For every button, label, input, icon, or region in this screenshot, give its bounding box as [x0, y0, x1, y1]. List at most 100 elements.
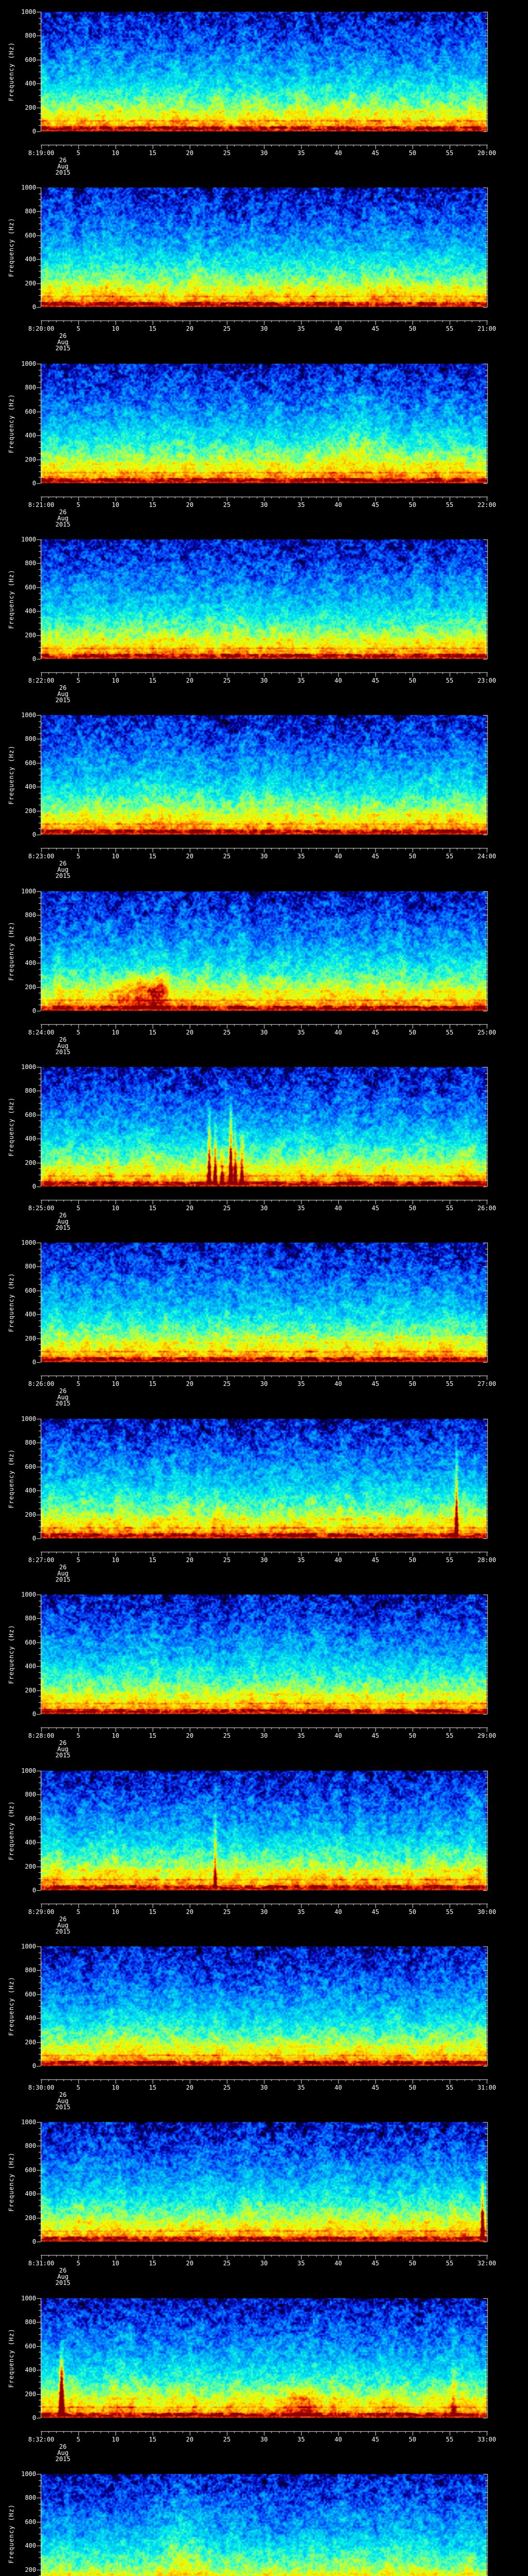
y-tick-label: 400 [25, 1487, 36, 1494]
x-start-time-label: 8:29:00 [28, 1908, 55, 1916]
x-minute-tick-label: 55 [446, 677, 454, 684]
x-minute-tick-label: 15 [148, 2436, 157, 2443]
x-minute-tick-label: 30 [260, 677, 268, 684]
x-minute-tick-label: 35 [297, 2084, 305, 2091]
x-minute-tick-label: 5 [76, 2084, 80, 2091]
x-minute-tick-label: 55 [446, 1908, 454, 1916]
y-tick-label: 1000 [21, 360, 36, 367]
y-axis-title: Frequency (Hz) [8, 1097, 15, 1157]
date-line: 2015 [55, 2104, 71, 2111]
x-minute-tick-label: 55 [446, 1029, 454, 1036]
x-minute-tick-label: 50 [408, 501, 417, 509]
x-minute-tick-label: 20 [186, 1380, 194, 1387]
x-minute-tick-label: 30 [260, 853, 268, 860]
y-tick-label: 600 [25, 2343, 36, 2350]
spectrogram-canvas [0, 2462, 528, 2576]
x-minute-tick-label: 5 [76, 2260, 80, 2267]
y-axis-title: Frequency (Hz) [8, 1976, 15, 2036]
y-axis-title: Frequency (Hz) [8, 745, 15, 805]
x-minute-tick-label: 30 [260, 2436, 268, 2443]
x-minute-tick-label: 40 [334, 1029, 342, 1036]
spectrogram-panel: Frequency (Hz)020040060080010008:33:0034… [0, 2462, 528, 2576]
x-minute-tick-label: 5 [76, 501, 80, 509]
y-tick-label: 1000 [21, 2470, 36, 2478]
y-tick-label: 600 [25, 584, 36, 591]
y-tick-label: 0 [32, 1359, 36, 1366]
x-minute-tick-label: 40 [334, 853, 342, 860]
x-minute-tick-label: 40 [334, 1205, 342, 1212]
y-axis-title: Frequency (Hz) [8, 569, 15, 629]
y-tick-label: 1000 [21, 2119, 36, 2126]
y-tick-label: 0 [32, 303, 36, 311]
x-minute-tick-label: 35 [297, 149, 305, 157]
x-start-time-label: 8:26:00 [28, 1380, 55, 1387]
x-minute-tick-label: 5 [76, 853, 80, 860]
x-minute-tick-label: 35 [297, 2436, 305, 2443]
y-tick-label: 1000 [21, 8, 36, 15]
x-minute-tick-label: 50 [408, 1205, 417, 1212]
y-tick-label: 600 [25, 232, 36, 239]
x-end-time-label: 28:00 [477, 1556, 497, 1564]
x-minute-tick-label: 5 [76, 1556, 80, 1564]
x-minute-tick-label: 10 [111, 2436, 120, 2443]
y-axis-title: Frequency (Hz) [8, 1801, 15, 1860]
x-end-time-label: 27:00 [477, 1380, 497, 1387]
x-minute-tick-label: 25 [223, 2260, 231, 2267]
x-minute-tick-label: 30 [260, 1205, 268, 1212]
x-minute-tick-label: 40 [334, 2084, 342, 2091]
x-minute-tick-label: 35 [297, 325, 305, 332]
y-tick-label: 0 [32, 2062, 36, 2070]
x-minute-tick-label: 10 [111, 149, 120, 157]
y-tick-label: 0 [32, 1887, 36, 1894]
y-tick-label: 0 [32, 1710, 36, 1718]
x-minute-tick-label: 15 [148, 1029, 157, 1036]
y-tick-label: 600 [25, 759, 36, 767]
x-minute-tick-label: 25 [223, 2436, 231, 2443]
x-minute-tick-label: 30 [260, 2084, 268, 2091]
date-line: 2015 [55, 1752, 71, 1759]
y-axis-title: Frequency (Hz) [8, 2328, 15, 2388]
y-tick-label: 800 [25, 32, 36, 39]
y-tick-label: 400 [25, 1839, 36, 1846]
x-minute-tick-label: 30 [260, 1732, 268, 1739]
y-tick-label: 600 [25, 2518, 36, 2526]
spectrogram-stack: Frequency (Hz) 0 200 400 600 800 1000 8:19:00 20… [0, 0, 528, 2576]
x-minute-tick-label: 40 [334, 677, 342, 684]
spectrogram-panel: Frequency (Hz) 0 200 400 600 800 1000 8:20:00 21… [0, 176, 528, 352]
y-tick-label: 1000 [21, 711, 36, 719]
y-tick-label: 200 [25, 104, 36, 111]
y-tick-label: 200 [25, 1863, 36, 1870]
y-tick-label: 200 [25, 280, 36, 287]
x-minute-tick-label: 35 [297, 853, 305, 860]
y-tick-label: 0 [32, 1183, 36, 1190]
spectrogram-panel: Frequency (Hz) 0 200 400 600 800 1000 8:26:00 27… [0, 1231, 528, 1407]
y-tick-label: 800 [25, 2494, 36, 2501]
spectrogram-panel: Frequency (Hz) 0 200 400 600 800 1000 8:30:00 31… [0, 1935, 528, 2111]
date-line: 2015 [55, 1224, 71, 1231]
y-tick-label: 400 [25, 256, 36, 263]
x-minute-tick-label: 40 [334, 325, 342, 332]
x-end-time-label: 23:00 [477, 677, 497, 684]
x-minute-tick-label: 55 [446, 1732, 454, 1739]
x-minute-tick-label: 45 [371, 1908, 380, 1916]
x-minute-tick-label: 40 [334, 1556, 342, 1564]
y-tick-label: 200 [25, 1159, 36, 1166]
y-tick-label: 200 [25, 456, 36, 463]
x-minute-tick-label: 20 [186, 149, 194, 157]
date-line: 2015 [55, 521, 71, 528]
y-tick-label: 200 [25, 1687, 36, 1694]
x-minute-tick-label: 50 [408, 1380, 417, 1387]
x-minute-tick-label: 25 [223, 1556, 231, 1564]
x-minute-tick-label: 20 [186, 677, 194, 684]
x-minute-tick-label: 45 [371, 149, 380, 157]
x-end-time-label: 20:00 [477, 149, 497, 157]
x-minute-tick-label: 20 [186, 2260, 194, 2267]
date-line: 2015 [55, 872, 71, 879]
x-minute-tick-label: 35 [297, 2260, 305, 2267]
x-minute-tick-label: 55 [446, 325, 454, 332]
x-minute-tick-label: 15 [148, 853, 157, 860]
date-line: 2015 [55, 1400, 71, 1407]
y-tick-label: 200 [25, 1511, 36, 1518]
y-tick-label: 0 [32, 655, 36, 663]
x-minute-tick-label: 45 [371, 677, 380, 684]
